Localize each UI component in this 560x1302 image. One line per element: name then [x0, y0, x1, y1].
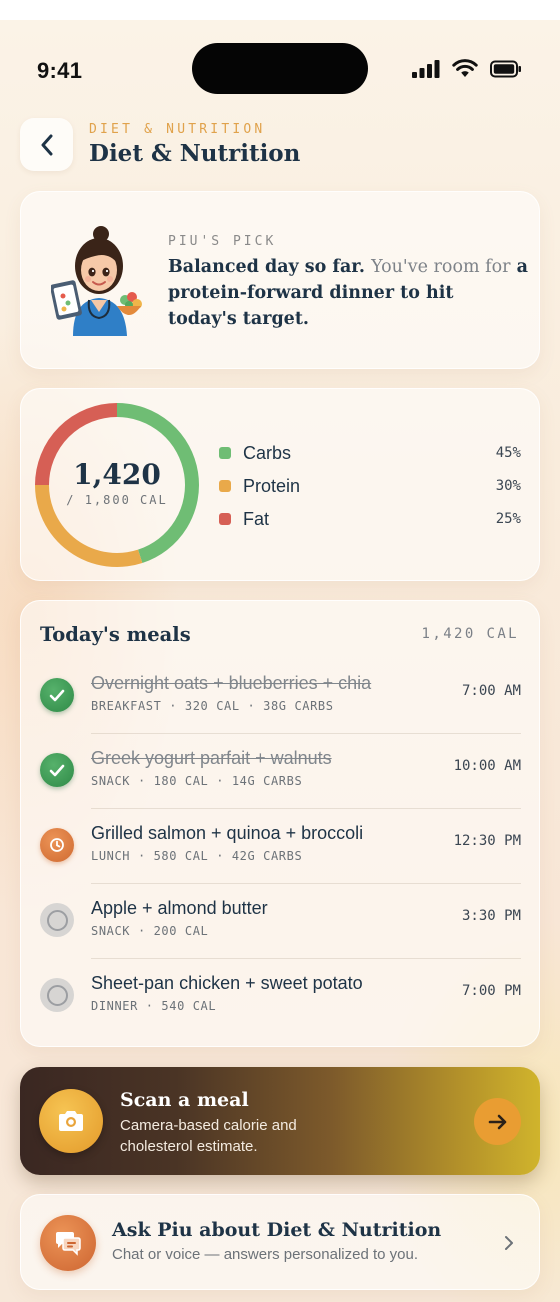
meal-name: Apple + almond butter [91, 898, 268, 918]
legend-name: Fat [243, 508, 270, 529]
page-eyebrow: DIET & NUTRITION [89, 122, 266, 137]
fat-dot [219, 513, 231, 525]
empty-circle-icon [46, 984, 68, 1006]
empty-circle-icon [46, 909, 68, 931]
meal-time: 3:30 PM [461, 908, 521, 924]
back-button[interactable] [20, 118, 73, 171]
meal-name: Grilled salmon + quinoa + broccoli [91, 823, 364, 843]
legend-percent: 45% [495, 445, 521, 461]
scan-subtitle: Camera-based calorie and cholesterol est… [120, 1117, 297, 1155]
macro-summary-card: 1,420 / 1,800 CAL Carbs 45% Protein 30% … [20, 388, 540, 581]
page-title: Diet & Nutrition [89, 140, 301, 167]
scan-title: Scan a meal [120, 1089, 249, 1111]
todays-meals-card: Today's meals 1,420 CAL Overnight oats +… [20, 600, 540, 1047]
legend-protein: Protein 30% [219, 474, 521, 498]
meal-meta: DINNER · 540 CAL [91, 999, 217, 1013]
meal-meta: SNACK · 200 CAL [91, 924, 209, 938]
piu-pick-card: PIU'S PICK Balanced day so far. You've r… [20, 191, 540, 369]
ask-piu-card[interactable]: Ask Piu about Diet & Nutrition Chat or v… [20, 1194, 540, 1290]
status-bar: 9:41 [0, 20, 560, 102]
meal-status-pending[interactable] [40, 978, 74, 1012]
meal-time: 7:00 AM [461, 683, 521, 699]
meal-name: Overnight oats + blueberries + chia [91, 673, 372, 693]
carbs-dot [219, 447, 231, 459]
arrow-right-icon [488, 1114, 506, 1129]
legend-name: Carbs [243, 442, 292, 463]
legend-percent: 25% [495, 511, 521, 527]
meal-status-pending[interactable] [40, 903, 74, 937]
meal-name: Greek yogurt parfait + walnuts [91, 748, 332, 768]
meal-meta: LUNCH · 580 CAL · 42G CARBS [91, 849, 303, 863]
ask-title: Ask Piu about Diet & Nutrition [112, 1219, 442, 1241]
wifi-icon [452, 59, 478, 77]
status-time: 9:41 [37, 58, 83, 83]
dynamic-island [192, 43, 368, 94]
ask-subtitle: Chat or voice — answers personalized to … [112, 1246, 418, 1263]
clock-icon [50, 838, 64, 852]
pick-label: PIU'S PICK [168, 234, 277, 249]
meal-status-upcoming[interactable] [40, 828, 74, 862]
meal-row[interactable]: Grilled salmon + quinoa + broccoli LUNCH… [39, 809, 521, 884]
pick-message-strong: Balanced day so far. [168, 257, 365, 277]
meal-time: 10:00 AM [453, 758, 521, 774]
camera-icon [39, 1089, 103, 1153]
meal-status-done[interactable] [40, 678, 74, 712]
protein-dot [219, 480, 231, 492]
check-icon [49, 764, 65, 776]
meal-time: 7:00 PM [461, 983, 521, 999]
meal-row[interactable]: Sheet-pan chicken + sweet potato DINNER … [39, 959, 521, 1034]
legend-carbs: Carbs 45% [219, 441, 521, 465]
signal-icon [412, 59, 440, 78]
battery-icon [490, 60, 521, 77]
calories-consumed: 1,420 [73, 457, 161, 491]
scan-arrow-button[interactable] [474, 1098, 521, 1145]
scan-meal-banner[interactable]: Scan a meal Camera-based calorie and cho… [20, 1067, 540, 1175]
meals-title: Today's meals [40, 623, 191, 646]
meal-row[interactable]: Apple + almond butter SNACK · 200 CAL 3:… [39, 884, 521, 959]
meal-meta: SNACK · 180 CAL · 14G CARBS [91, 774, 303, 788]
pick-message-soft: You've room for [371, 257, 511, 277]
meal-status-done[interactable] [40, 753, 74, 787]
chevron-left-icon [41, 134, 52, 155]
donut-center: 1,420 / 1,800 CAL [31, 399, 203, 571]
chat-bubbles-icon [40, 1215, 96, 1271]
pick-message: Balanced day so far. You've room for a p… [168, 254, 528, 332]
piu-avatar [51, 226, 142, 336]
meal-name: Sheet-pan chicken + sweet potato [91, 973, 363, 993]
meal-time: 12:30 PM [453, 833, 521, 849]
meals-total: 1,420 CAL [421, 626, 519, 642]
calorie-target: / 1,800 CAL [66, 492, 168, 507]
meal-row[interactable]: Greek yogurt parfait + walnuts SNACK · 1… [39, 734, 521, 809]
meal-meta: BREAKFAST · 320 CAL · 38G CARBS [91, 699, 334, 713]
legend-percent: 30% [495, 478, 521, 494]
status-icons [412, 59, 522, 78]
meal-row[interactable]: Overnight oats + blueberries + chia BREA… [39, 659, 521, 734]
screen: 9:41 DIET & NUTRITION Diet & Nutrition P… [0, 20, 560, 1302]
check-icon [49, 689, 65, 701]
legend-name: Protein [243, 475, 301, 496]
legend-fat: Fat 25% [219, 507, 521, 531]
chevron-right-icon [497, 1231, 521, 1255]
